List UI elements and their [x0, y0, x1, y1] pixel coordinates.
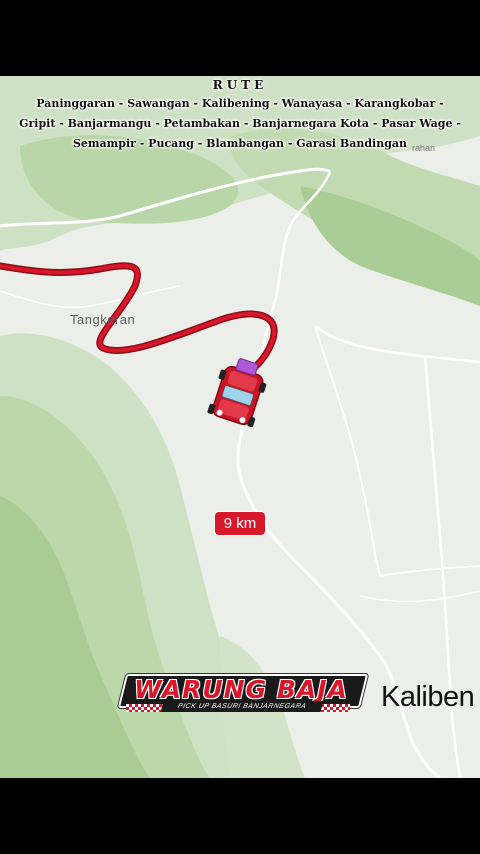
checker-flag-left — [126, 704, 164, 712]
top-letterbox — [0, 0, 480, 76]
bottom-letterbox — [0, 778, 480, 854]
place-label-kalibening: Kaliben — [381, 681, 475, 713]
warung-baja-logo: WARUNG BAJA PICK UP BASURI BANJARNEGARA — [117, 674, 369, 718]
route-stops: Paninggaran - Sawangan - Kalibening - Wa… — [8, 94, 472, 154]
logo-tagline: PICK UP BASURI BANJARNEGARA — [160, 701, 324, 712]
red-pickup-car-icon — [207, 358, 267, 428]
route-stops-line: Gripit - Banjarmangu - Petambakan - Banj… — [19, 117, 461, 130]
route-title: RUTE — [212, 78, 268, 92]
distance-badge: 9 km — [215, 512, 265, 535]
map-view[interactable] — [0, 76, 480, 778]
place-label-top-right: rahan — [412, 143, 436, 153]
route-stops-line: Semampir - Pucang - Blambangan - Garasi … — [72, 137, 408, 150]
route-stops-line: Paninggaran - Sawangan - Kalibening - Wa… — [36, 97, 444, 110]
place-label-tangkeran: Tangkeran — [70, 312, 136, 327]
